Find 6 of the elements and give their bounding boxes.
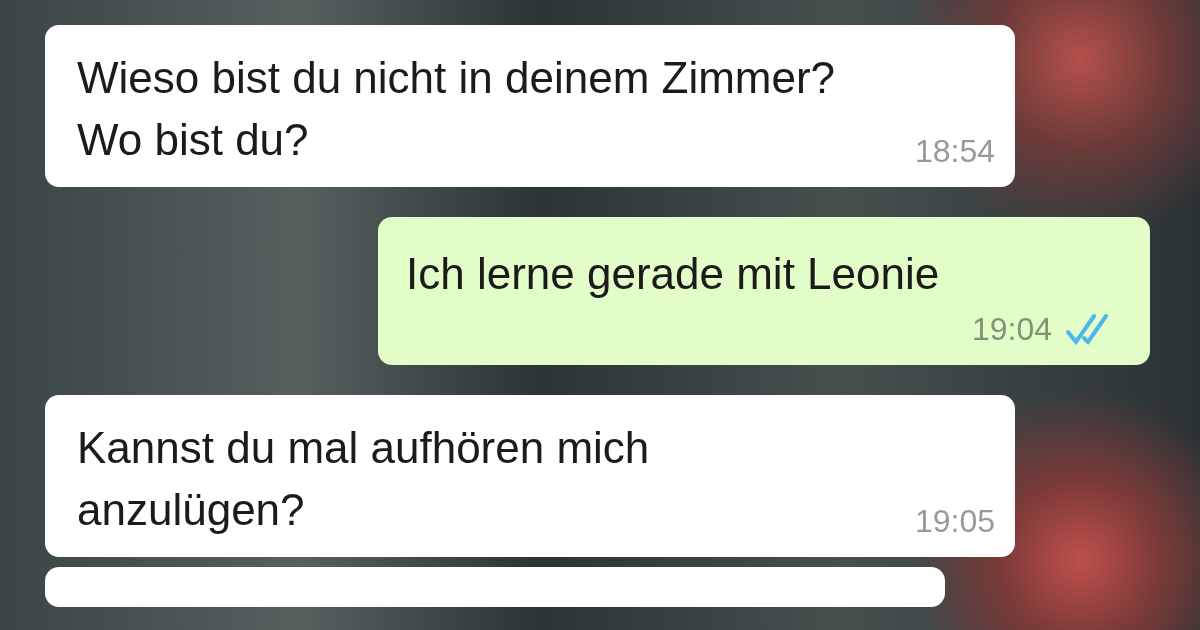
message-time: 19:04 [971, 310, 1052, 349]
message-time: 19:05 [914, 502, 995, 541]
message-text: Ich lerne gerade mit Leonie [406, 248, 940, 300]
message-text: Wieso bist du nicht in deinem Zimmer? Wo bist du? [77, 52, 837, 166]
message-text: Kannst du mal aufhören mich anzulügen? [77, 422, 651, 536]
message-time: 18:54 [914, 132, 995, 171]
